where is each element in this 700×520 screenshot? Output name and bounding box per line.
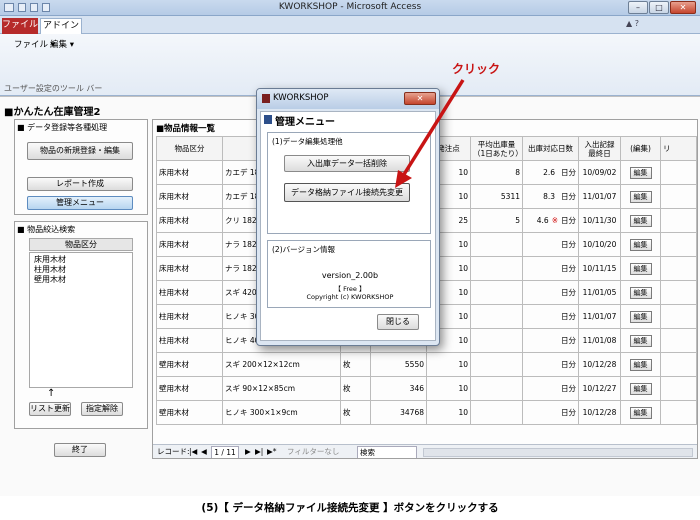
annotation-overlay <box>395 79 465 188</box>
annotation-arrow-shaft <box>401 79 465 177</box>
instruction-caption: (5)【 データ格納ファイル接続先変更 】ボタンをクリックする <box>0 496 700 520</box>
click-annotation-label: クリック <box>452 62 501 76</box>
